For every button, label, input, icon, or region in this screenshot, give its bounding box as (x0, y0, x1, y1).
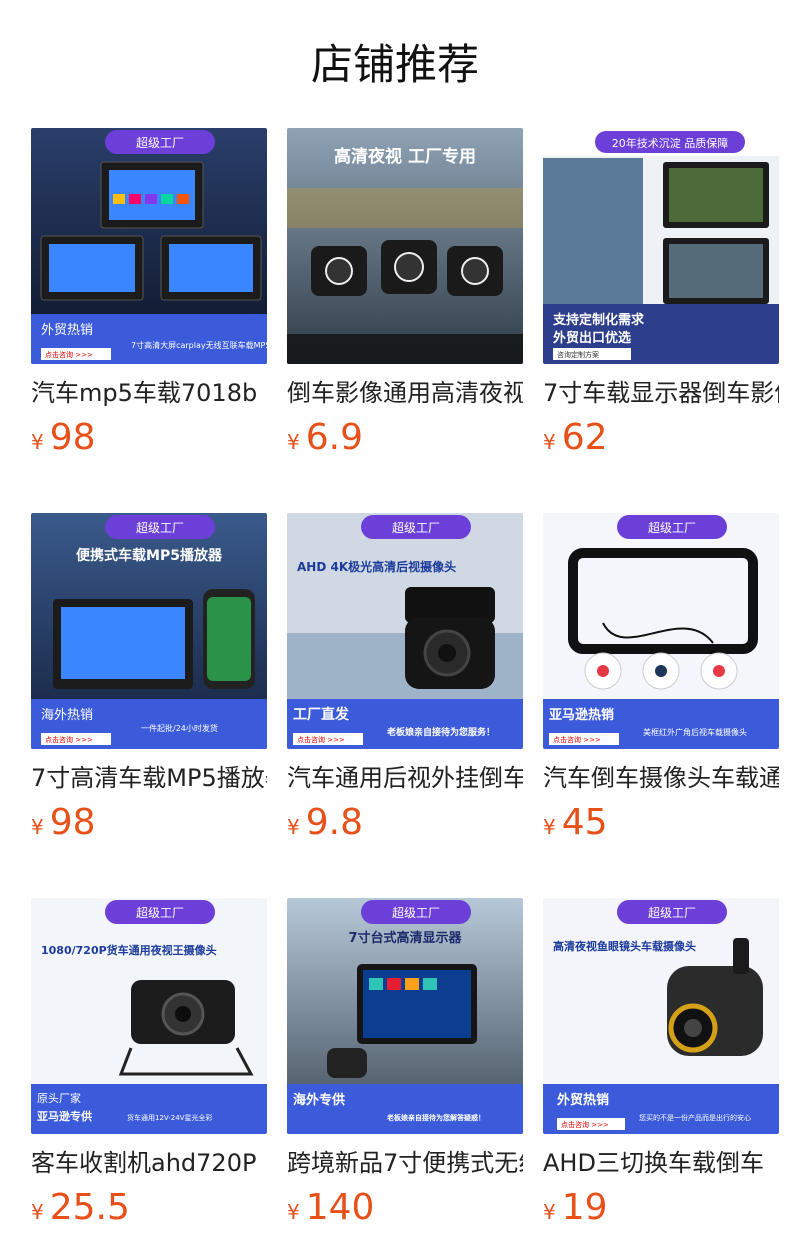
product-card[interactable]: 超级工厂 外贸热销 7寸高清大屏carplay无线互联车载MP5 点击咨询 >>… (31, 128, 267, 458)
price-value: 62 (561, 417, 608, 458)
product-card[interactable]: 超级工厂 高清夜视鱼眼镜头车载摄像头 外贸热销 您买的不是一份产品而是出行的安心… (543, 898, 779, 1228)
product-image[interactable]: 超级工厂 AHD 4K极光高清后视摄像头 工厂直发 老板娘亲自接待为您服务！ 点… (287, 513, 523, 749)
image-bottom-left: 工厂直发 (293, 706, 350, 723)
image-badge-text: 20年技术沉淀 品质保障 (612, 136, 729, 150)
image-bottom-left: 外贸热销 (41, 323, 93, 338)
currency-symbol: ¥ (287, 430, 300, 454)
product-image[interactable]: 超级工厂 高清夜视鱼眼镜头车载摄像头 外贸热销 您买的不是一份产品而是出行的安心… (543, 898, 779, 1134)
product-title[interactable]: 汽车通用后视外挂倒车 (287, 763, 523, 793)
image-headline: 高清夜视 工厂专用 (334, 146, 476, 167)
image-headline: 便携式车载MP5播放器 (76, 547, 223, 564)
image-bottom-right: 一件起批/24小时发货 (141, 723, 218, 733)
product-price: ¥19 (543, 1188, 779, 1228)
product-title[interactable]: 7寸高清车载MP5播放器 (31, 763, 267, 793)
product-price: ¥140 (287, 1188, 523, 1228)
image-badge-text: 超级工厂 (136, 905, 184, 920)
currency-symbol: ¥ (543, 815, 556, 839)
product-title[interactable]: 倒车影像通用高清夜视 (287, 378, 523, 408)
price-value: 98 (49, 417, 96, 458)
price-value: 9.8 (305, 802, 363, 843)
product-card[interactable]: 超级工厂 1080/720P货车通用夜视王摄像头 原头厂家 货车通用12V-24… (31, 898, 267, 1228)
image-bottom-left: 原头厂家 (37, 1091, 81, 1105)
image-bottom-right: 货车通用12V-24V星光全彩 (127, 1113, 213, 1122)
image-bottom-left: 海外专供 (293, 1092, 345, 1108)
image-badge-text: 超级工厂 (136, 135, 184, 150)
product-price: ¥9.8 (287, 803, 523, 843)
image-bottom-left: 外贸热销 (556, 1092, 609, 1108)
image-cta: 点击咨询 >>> (561, 1120, 609, 1129)
image-cta: 点击咨询 >>> (297, 735, 345, 744)
product-title[interactable]: AHD三切换车载倒车 (543, 1148, 779, 1178)
image-bottom-right: 7寸高清大屏carplay无线互联车载MP5 (131, 340, 267, 350)
image-bottom-left: 外贸出口优选 (552, 330, 631, 346)
product-card[interactable]: 超级工厂 AHD 4K极光高清后视摄像头 工厂直发 老板娘亲自接待为您服务！ 点… (287, 513, 523, 843)
image-cta: 点击咨询 >>> (45, 735, 93, 744)
image-cta: 点击咨询 >>> (45, 350, 93, 359)
product-card[interactable]: 超级工厂 7寸台式高清显示器 海外专供 老板娘亲自接待为您解答疑惑！ 跨境新品7… (287, 898, 523, 1228)
page-title: 店铺推荐 (310, 40, 479, 89)
product-price: ¥98 (31, 803, 267, 843)
product-price: ¥6.9 (287, 418, 523, 458)
price-value: 25.5 (49, 1187, 130, 1228)
image-bottom-right: 您买的不是一份产品而是出行的安心 (639, 1113, 751, 1122)
currency-symbol: ¥ (287, 815, 300, 839)
image-badge-text: 超级工厂 (136, 520, 184, 535)
image-badge-text: 超级工厂 (648, 520, 696, 535)
product-title[interactable]: 跨境新品7寸便携式无线 (287, 1148, 523, 1178)
currency-symbol: ¥ (543, 1200, 556, 1224)
currency-symbol: ¥ (31, 815, 44, 839)
image-headline: 1080/720P货车通用夜视王摄像头 (41, 943, 217, 957)
price-value: 98 (49, 802, 96, 843)
currency-symbol: ¥ (287, 1200, 300, 1224)
product-price: ¥98 (31, 418, 267, 458)
image-bottom-left: 海外热销 (41, 708, 93, 723)
price-value: 140 (305, 1187, 375, 1228)
product-card[interactable]: 超级工厂 便携式车载MP5播放器 海外热销 一件起批/24小时发货 点击咨询 >… (31, 513, 267, 843)
image-bottom-right: 美框红外广角后视车载摄像头 (643, 727, 747, 737)
product-image[interactable]: 超级工厂 亚马逊热销 美框红外广角后视车载摄像头 点击咨询 >>> (543, 513, 779, 749)
image-badge-text: 超级工厂 (392, 905, 440, 920)
product-image[interactable]: 超级工厂 外贸热销 7寸高清大屏carplay无线互联车载MP5 点击咨询 >>… (31, 128, 267, 364)
product-image[interactable]: 20年技术沉淀 品质保障 支持定制化需求 外贸出口优选 咨询定制方案 (543, 128, 779, 364)
product-title[interactable]: 汽车mp5车载7018b (31, 378, 267, 408)
product-image[interactable]: 高清夜视 工厂专用 (287, 128, 523, 364)
price-value: 19 (561, 1187, 608, 1228)
price-value: 6.9 (305, 417, 363, 458)
currency-symbol: ¥ (543, 430, 556, 454)
product-image[interactable]: 超级工厂 1080/720P货车通用夜视王摄像头 原头厂家 货车通用12V-24… (31, 898, 267, 1134)
image-bottom-left: 亚马逊热销 (549, 707, 614, 723)
product-price: ¥25.5 (31, 1188, 267, 1228)
image-headline: 支持定制化需求 (552, 312, 645, 328)
product-price: ¥62 (543, 418, 779, 458)
product-price: ¥45 (543, 803, 779, 843)
product-card[interactable]: 超级工厂 亚马逊热销 美框红外广角后视车载摄像头 点击咨询 >>> 汽车倒车摄像… (543, 513, 779, 843)
product-title[interactable]: 客车收割机ahd720P (31, 1148, 267, 1178)
image-cta: 亚马逊专供 (37, 1109, 92, 1123)
product-title[interactable]: 汽车倒车摄像头车载通用 (543, 763, 779, 793)
image-headline: 7寸台式高清显示器 (348, 930, 462, 946)
image-cta: 点击咨询 >>> (553, 735, 601, 744)
image-badge-text: 超级工厂 (392, 520, 440, 535)
image-bottom-right: 老板娘亲自接待为您解答疑惑！ (386, 1113, 485, 1122)
image-bottom-right: 老板娘亲自接待为您服务！ (386, 726, 495, 738)
currency-symbol: ¥ (31, 430, 44, 454)
product-card[interactable]: 高清夜视 工厂专用 倒车影像通用高清夜视 ¥6.9 (287, 128, 523, 458)
product-image[interactable]: 超级工厂 便携式车载MP5播放器 海外热销 一件起批/24小时发货 点击咨询 >… (31, 513, 267, 749)
image-headline: 高清夜视鱼眼镜头车载摄像头 (553, 939, 696, 953)
currency-symbol: ¥ (31, 1200, 44, 1224)
product-grid: 超级工厂 外贸热销 7寸高清大屏carplay无线互联车载MP5 点击咨询 >>… (31, 128, 779, 1228)
price-value: 45 (561, 802, 608, 843)
image-badge-text: 超级工厂 (648, 905, 696, 920)
image-headline: AHD 4K极光高清后视摄像头 (297, 559, 456, 574)
product-image[interactable]: 超级工厂 7寸台式高清显示器 海外专供 老板娘亲自接待为您解答疑惑！ (287, 898, 523, 1134)
image-cta: 咨询定制方案 (557, 350, 599, 359)
product-title[interactable]: 7寸车载显示器倒车影像 (543, 378, 779, 408)
product-card[interactable]: 20年技术沉淀 品质保障 支持定制化需求 外贸出口优选 咨询定制方案 7寸车载显… (543, 128, 779, 458)
